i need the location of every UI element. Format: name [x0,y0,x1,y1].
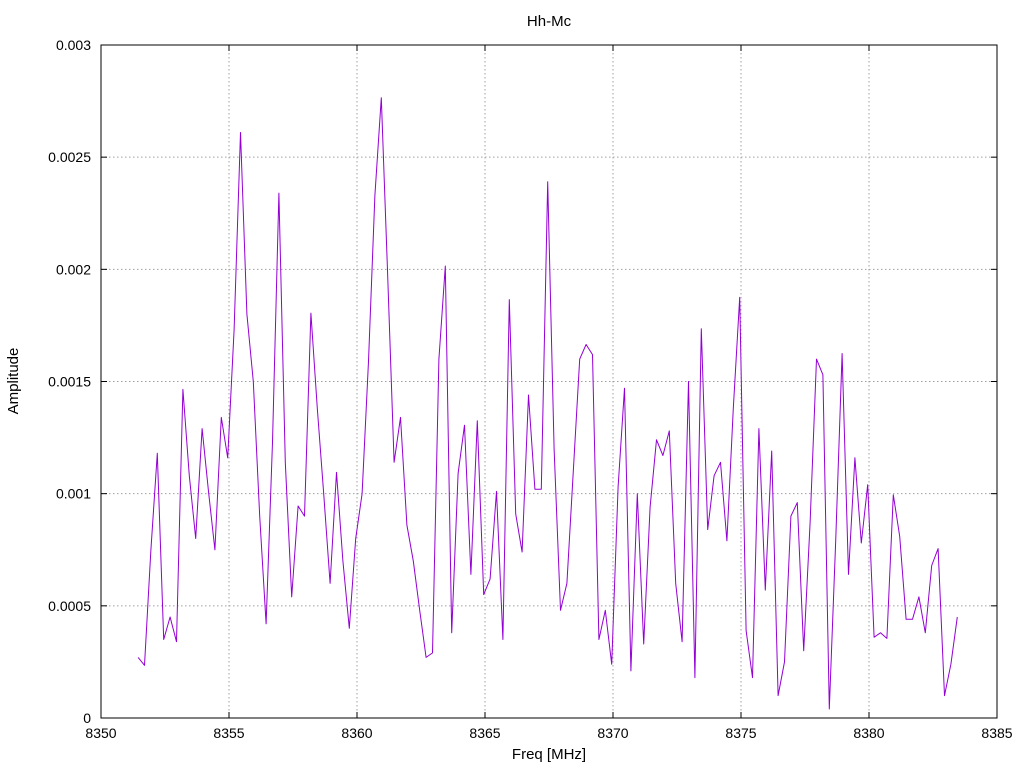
y-tick-label: 0.0005 [48,598,91,614]
y-tick-label: 0.003 [56,37,91,53]
y-tick-label: 0.002 [56,261,91,277]
y-axis-label: Amplitude [5,348,22,415]
chart-title: Hh-Mc [527,13,572,30]
plot-area [137,97,958,710]
x-tick-label: 8380 [853,725,884,741]
x-tick-label: 8360 [341,725,372,741]
x-tick-label: 8350 [85,725,116,741]
x-axis-label: Freq [MHz] [512,746,586,763]
x-tick-label: 8365 [469,725,500,741]
x-tick-label: 8385 [981,725,1012,741]
series-line [137,97,958,710]
x-tick-label: 8355 [213,725,244,741]
grid [101,45,997,718]
y-tick-label: 0.0025 [48,149,91,165]
y-tick-label: 0.0015 [48,374,91,390]
y-tick-label: 0.001 [56,486,91,502]
chart: Hh-Mc Freq [MHz] Amplitude 8350 8355 8360 8… [5,13,1013,763]
axis-ticks: 8350 8355 8360 8365 8370 8375 8380 8385 0 0.0005 0… [48,37,1013,741]
x-tick-label: 8375 [725,725,756,741]
y-tick-label: 0 [83,710,91,726]
x-tick-label: 8370 [597,725,628,741]
